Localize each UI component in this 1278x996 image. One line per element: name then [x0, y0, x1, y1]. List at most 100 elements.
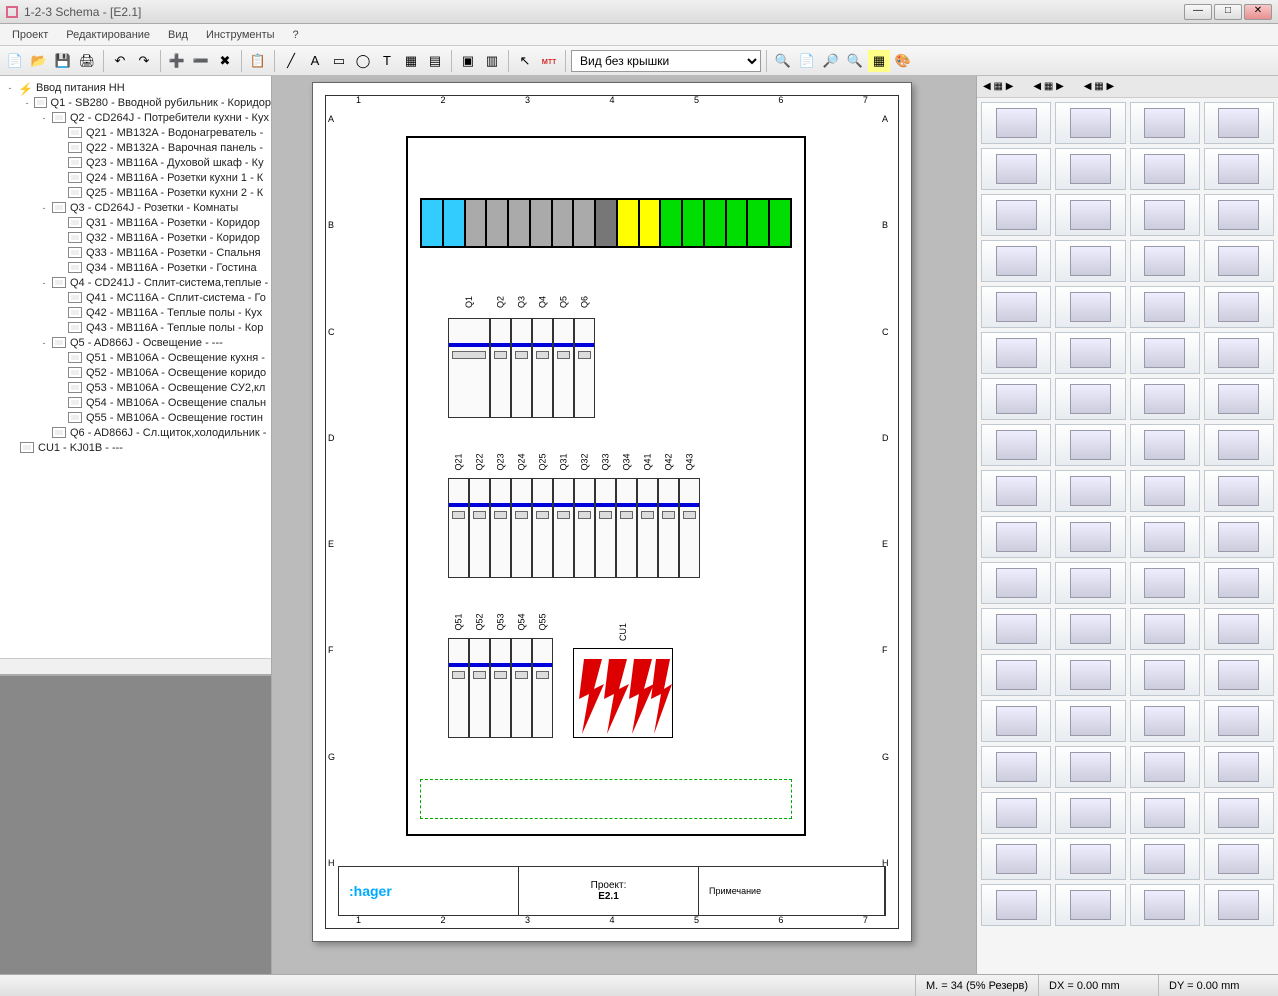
gallery-item[interactable] [1204, 562, 1274, 604]
gallery-item[interactable] [1204, 378, 1274, 420]
gallery-item[interactable] [981, 884, 1051, 926]
gallery-item[interactable] [1204, 792, 1274, 834]
gallery-item[interactable] [1055, 562, 1125, 604]
breaker-Q33[interactable]: Q33 [595, 478, 616, 578]
text-icon[interactable]: A [304, 50, 326, 72]
breaker-Q41[interactable]: Q41 [637, 478, 658, 578]
gallery-item[interactable] [981, 516, 1051, 558]
project-tree[interactable]: -⚡Ввод питания НН-Q1 - SB280 - Вводной р… [0, 76, 271, 658]
view-select[interactable]: Вид без крышки [571, 50, 761, 72]
menu-Проект[interactable]: Проект [4, 27, 56, 43]
redo-icon[interactable]: ↷ [133, 50, 155, 72]
breaker-Q43[interactable]: Q43 [679, 478, 700, 578]
zoom-in-icon[interactable]: 🔍 [772, 50, 794, 72]
tree-node[interactable]: Q53 - MB106A - Освещение СУ2,кл [0, 380, 271, 395]
grid2-icon[interactable]: ▤ [424, 50, 446, 72]
breaker-Q2[interactable]: Q2 [490, 318, 511, 418]
gallery-item[interactable] [1204, 746, 1274, 788]
tree-node[interactable]: Q22 - MB132A - Варочная панель - [0, 140, 271, 155]
highlight-icon[interactable]: ▦ [868, 50, 890, 72]
gallery-item[interactable] [1130, 470, 1200, 512]
maximize-button[interactable]: □ [1214, 4, 1242, 20]
gallery-item[interactable] [1204, 286, 1274, 328]
menu-Вид[interactable]: Вид [160, 27, 196, 43]
gallery-item[interactable] [1055, 654, 1125, 696]
ref-icon[interactable]: ▦ [400, 50, 422, 72]
gallery-item[interactable] [1130, 378, 1200, 420]
tree-node[interactable]: Q42 - MB116A - Теплые полы - Кух [0, 305, 271, 320]
save-icon[interactable]: 💾 [52, 50, 74, 72]
breaker-Q22[interactable]: Q22 [469, 478, 490, 578]
tree-node[interactable]: Q23 - MB116A - Духовой шкаф - Ку [0, 155, 271, 170]
line-icon[interactable]: ╱ [280, 50, 302, 72]
gallery-item[interactable] [1055, 332, 1125, 374]
gallery-item[interactable] [1204, 838, 1274, 880]
gallery-item[interactable] [1055, 240, 1125, 282]
gallery-item[interactable] [1055, 102, 1125, 144]
new-icon[interactable]: 📄 [4, 50, 26, 72]
gallery-tab-1[interactable]: ◀ ▦ ▶ [983, 78, 1013, 95]
zoom-out-icon[interactable]: 🔍 [844, 50, 866, 72]
tree-node[interactable]: Q6 - AD866J - Сл.щиток,холодильник - [0, 425, 271, 440]
tree-node[interactable]: Q25 - MB116A - Розетки кухни 2 - К [0, 185, 271, 200]
tree-node[interactable]: -Q5 - AD866J - Освещение - --- [0, 335, 271, 350]
gallery-item[interactable] [981, 194, 1051, 236]
rect-icon[interactable]: ▭ [328, 50, 350, 72]
breaker-Q1[interactable]: Q1 [448, 318, 490, 418]
gallery-item[interactable] [1130, 562, 1200, 604]
gallery-item[interactable] [981, 562, 1051, 604]
gallery-item[interactable] [1204, 470, 1274, 512]
gallery-item[interactable] [981, 470, 1051, 512]
tool-icon[interactable]: T [376, 50, 398, 72]
gallery-tab-2[interactable]: ◀ ▦ ▶ [1033, 78, 1063, 95]
gallery-item[interactable] [1130, 792, 1200, 834]
busbar-row[interactable] [420, 198, 792, 248]
gallery-item[interactable] [1130, 240, 1200, 282]
breaker-Q23[interactable]: Q23 [490, 478, 511, 578]
menu-Инструменты[interactable]: Инструменты [198, 27, 283, 43]
enclosure[interactable]: Q1Q2Q3Q4Q5Q6 Q21Q22Q23Q24Q25Q31Q32Q33Q34… [406, 136, 806, 836]
gallery-item[interactable] [1204, 332, 1274, 374]
cu-device[interactable]: CU1 [573, 648, 673, 738]
breaker-Q32[interactable]: Q32 [574, 478, 595, 578]
gallery-item[interactable] [1130, 654, 1200, 696]
breaker-Q3[interactable]: Q3 [511, 318, 532, 418]
tree-node[interactable]: Q24 - MB116A - Розетки кухни 1 - К [0, 170, 271, 185]
gallery-item[interactable] [1055, 194, 1125, 236]
breaker-Q5[interactable]: Q5 [553, 318, 574, 418]
tree-node[interactable]: Q31 - MB116A - Розетки - Коридор [0, 215, 271, 230]
gallery-item[interactable] [981, 654, 1051, 696]
gallery-item[interactable] [981, 838, 1051, 880]
gallery-item[interactable] [1130, 608, 1200, 650]
tree-node[interactable]: Q43 - MB116A - Теплые полы - Кор [0, 320, 271, 335]
tree-node[interactable]: Q55 - MB106A - Освещение гостин [0, 410, 271, 425]
breaker-Q34[interactable]: Q34 [616, 478, 637, 578]
circle-icon[interactable]: ◯ [352, 50, 374, 72]
gallery-item[interactable] [1204, 608, 1274, 650]
gallery-item[interactable] [1204, 654, 1274, 696]
gallery-item[interactable] [1204, 240, 1274, 282]
breaker-Q42[interactable]: Q42 [658, 478, 679, 578]
gallery-item[interactable] [1055, 838, 1125, 880]
tree-node[interactable]: -Q1 - SB280 - Вводной рубильник - Коридо… [0, 95, 271, 110]
canvas[interactable]: 1234567 ABCDEFGH ABCDEFGH Q1Q2Q3Q4Q5Q6 [272, 76, 976, 974]
breaker-Q6[interactable]: Q6 [574, 318, 595, 418]
gallery-item[interactable] [1204, 424, 1274, 466]
gallery-item[interactable] [1130, 700, 1200, 742]
mtt-icon[interactable]: мтт [538, 50, 560, 72]
gallery-item[interactable] [1055, 424, 1125, 466]
gallery-item[interactable] [981, 148, 1051, 190]
breaker-Q51[interactable]: Q51 [448, 638, 469, 738]
gallery-item[interactable] [1130, 746, 1200, 788]
gallery-item[interactable] [981, 746, 1051, 788]
tree-node[interactable]: CU1 - KJ01B - --- [0, 440, 271, 455]
gallery-item[interactable] [1055, 792, 1125, 834]
layout1-icon[interactable]: ▣ [457, 50, 479, 72]
gallery-item[interactable] [1130, 332, 1200, 374]
gallery-item[interactable] [1055, 884, 1125, 926]
tree-node[interactable]: -Q2 - CD264J - Потребители кухни - Кух [0, 110, 271, 125]
zoom-fit-icon[interactable]: 🔎 [820, 50, 842, 72]
gallery-item[interactable] [1204, 516, 1274, 558]
gallery-item[interactable] [981, 102, 1051, 144]
gallery-item[interactable] [1204, 884, 1274, 926]
